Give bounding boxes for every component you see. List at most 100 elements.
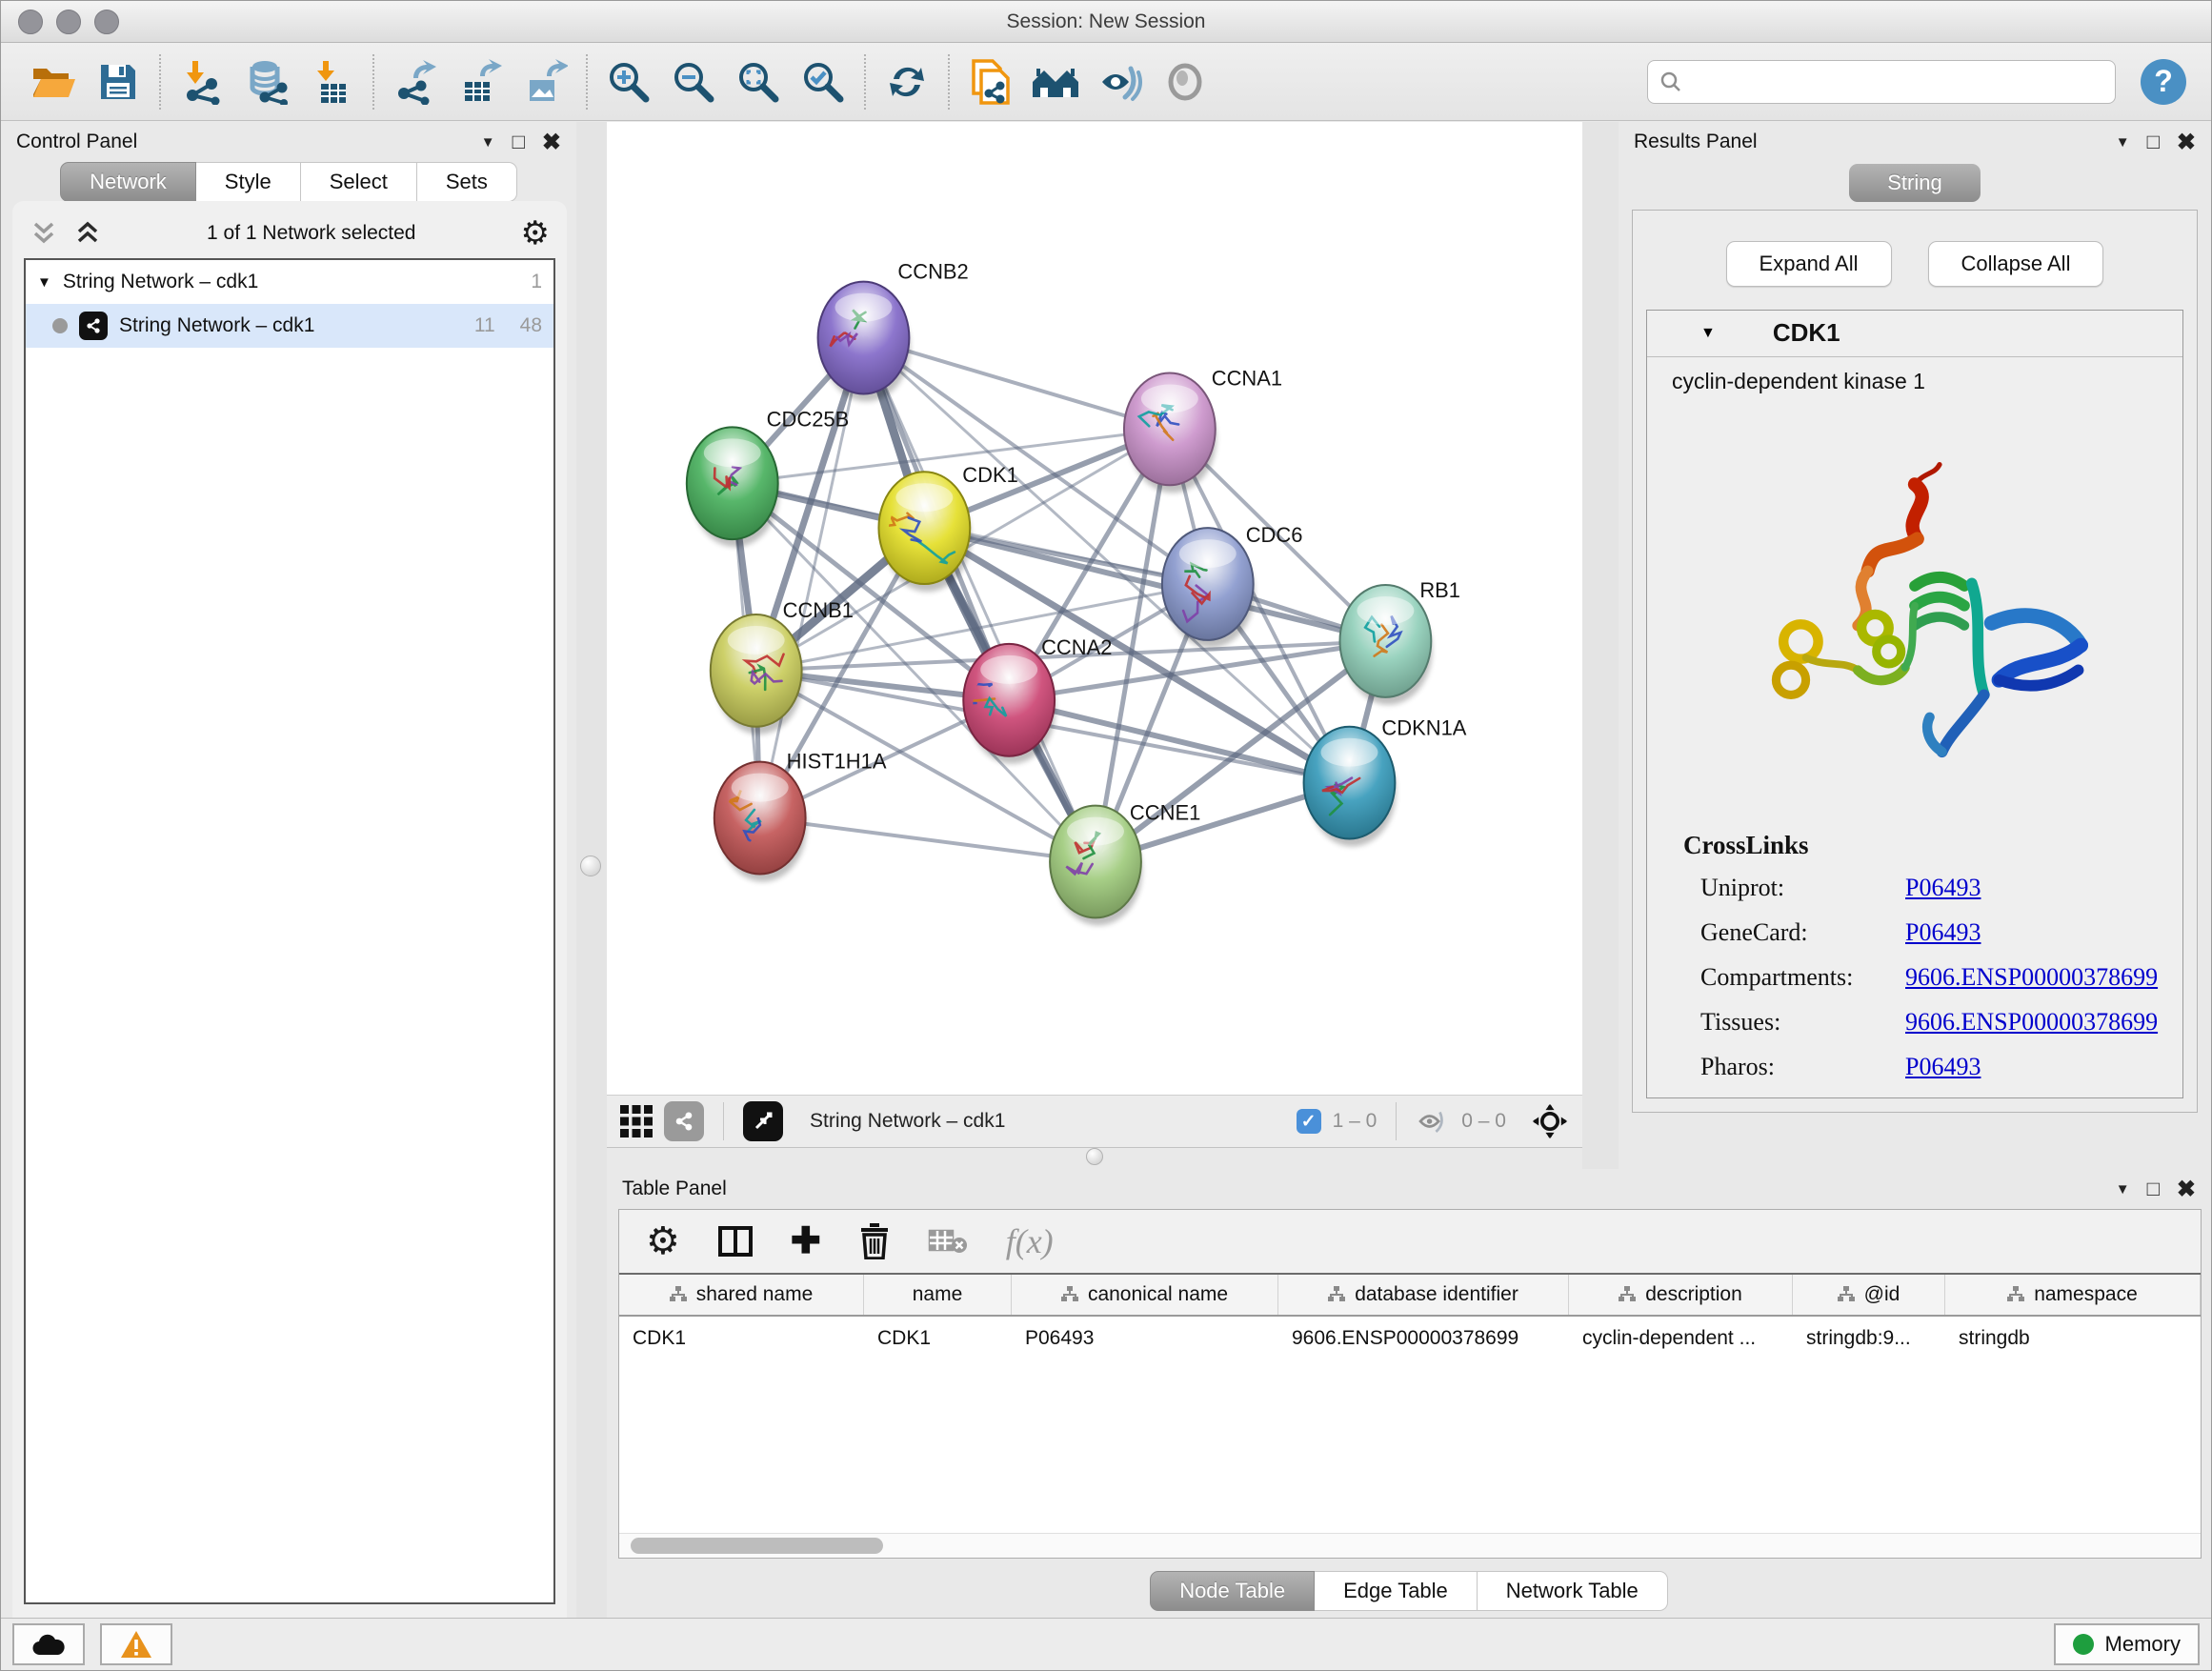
network-options-gear-icon[interactable]: ⚙ [521, 217, 550, 250]
network-view-title: String Network – cdk1 [810, 1110, 1285, 1133]
search-input[interactable] [1690, 70, 2103, 92]
table-header-row: shared name name canonical name database… [619, 1275, 2201, 1317]
network-node-HIST1H1A[interactable]: HIST1H1A [714, 750, 887, 882]
tab-select[interactable]: Select [301, 162, 417, 202]
import-network-file-button[interactable] [174, 54, 230, 110]
column-header[interactable]: database identifier [1278, 1275, 1569, 1315]
string-import-button[interactable] [963, 54, 1018, 110]
cloud-status-button[interactable] [12, 1623, 85, 1665]
table-panel-close-icon[interactable]: ✖ [2177, 1176, 2196, 1203]
zoom-selected-button[interactable] [795, 54, 851, 110]
tab-style[interactable]: Style [196, 162, 301, 202]
table-panel-float-icon[interactable]: □ [2147, 1177, 2160, 1201]
selected-checkbox-icon[interactable]: ✓ [1297, 1109, 1321, 1134]
function-builder-icon[interactable]: f(x) [1006, 1221, 1054, 1261]
zoom-in-button[interactable] [601, 54, 656, 110]
crosslink-label: Pharos: [1700, 1053, 1905, 1081]
export-table-button[interactable] [452, 54, 508, 110]
column-header[interactable]: canonical name [1012, 1275, 1278, 1315]
delete-column-trash-icon[interactable] [859, 1223, 890, 1259]
node-entry-header[interactable]: ▼ CDK1 [1647, 311, 2182, 357]
horizontal-splitter[interactable] [607, 1148, 1582, 1169]
expand-all-button[interactable]: Expand All [1726, 241, 1892, 287]
crosslink-uniprot-link[interactable]: P06493 [1905, 874, 1981, 902]
delete-table-icon[interactable] [928, 1227, 968, 1256]
results-panel-menu-icon[interactable]: ▼ [2116, 134, 2130, 151]
collapse-all-networks-icon[interactable] [73, 221, 102, 246]
tab-string[interactable]: String [1849, 164, 1980, 202]
network-edge-HIST1H1A-CCNE1[interactable] [760, 818, 1096, 862]
scrollbar-thumb[interactable] [631, 1538, 883, 1554]
node-label-CDC6: CDC6 [1246, 523, 1303, 547]
network-node-CCNA1[interactable]: CCNA1 [1124, 366, 1282, 493]
results-panel-close-icon[interactable]: ✖ [2177, 129, 2196, 156]
import-table-button[interactable] [304, 54, 359, 110]
save-session-button[interactable] [90, 54, 146, 110]
control-panel-menu-icon[interactable]: ▼ [481, 134, 495, 151]
network-node-CCNB2[interactable]: CCNB2 [818, 260, 969, 402]
tab-node-table[interactable]: Node Table [1150, 1571, 1315, 1611]
results-panel-float-icon[interactable]: □ [2147, 130, 2160, 154]
network-collection-row[interactable]: ▼ String Network – cdk1 1 [26, 260, 553, 304]
control-panel-float-icon[interactable]: □ [513, 130, 525, 154]
tab-sets[interactable]: Sets [417, 162, 517, 202]
network-node-RB1[interactable]: RB1 [1339, 578, 1460, 705]
zoom-out-button[interactable] [666, 54, 721, 110]
tab-network-table[interactable]: Network Table [1478, 1571, 1668, 1611]
show-all-button[interactable] [1157, 54, 1213, 110]
table-panel-menu-icon[interactable]: ▼ [2116, 1181, 2130, 1198]
column-header[interactable]: @id [1793, 1275, 1945, 1315]
birds-eye-grid-icon[interactable] [620, 1105, 653, 1137]
export-image-button[interactable] [517, 54, 573, 110]
network-node-CCNE1[interactable]: CCNE1 [1050, 801, 1200, 926]
refresh-button[interactable] [879, 54, 935, 110]
crosslink-genecard-link[interactable]: P06493 [1905, 918, 1981, 947]
pan-crosshair-icon[interactable] [1531, 1102, 1569, 1140]
expand-all-networks-icon[interactable] [30, 221, 58, 246]
warnings-button[interactable] [100, 1623, 172, 1665]
crosslink-compartments-link[interactable]: 9606.ENSP00000378699 [1905, 963, 2158, 992]
right-splitter[interactable] [1582, 122, 1619, 1169]
help-button[interactable]: ? [2141, 59, 2186, 105]
network-canvas[interactable]: CCNB2CCNA1CDC25BCDK1CDC6RB1CCNB1CCNA2CDK… [607, 122, 1582, 1095]
network-edge-CCNB2-CCNE1[interactable] [863, 338, 1096, 862]
zoom-fit-button[interactable] [731, 54, 786, 110]
table-row[interactable]: CDK1 CDK1 P06493 9606.ENSP00000378699 cy… [619, 1317, 2201, 1360]
open-session-button[interactable] [26, 54, 81, 110]
left-splitter-handle[interactable] [580, 856, 601, 876]
toolbar-separator [948, 54, 950, 110]
network-node-CDKN1A[interactable]: CDKN1A [1304, 716, 1467, 847]
export-table-icon [457, 59, 503, 105]
string-style-button[interactable] [664, 1101, 704, 1141]
column-header[interactable]: shared name [619, 1275, 864, 1315]
table-horizontal-scrollbar[interactable] [619, 1533, 2201, 1558]
tab-edge-table[interactable]: Edge Table [1315, 1571, 1478, 1611]
open-in-window-button[interactable] [743, 1101, 783, 1141]
network-row[interactable]: String Network – cdk1 11 48 [26, 304, 553, 348]
memory-button[interactable]: Memory [2054, 1623, 2200, 1665]
collapse-all-button[interactable]: Collapse All [1928, 241, 2104, 287]
import-network-database-button[interactable] [239, 54, 294, 110]
home-networks-button[interactable] [1028, 54, 1083, 110]
network-node-CDC25B[interactable]: CDC25B [687, 407, 849, 547]
table-options-gear-icon[interactable]: ⚙ [646, 1222, 680, 1260]
refresh-icon [885, 60, 929, 104]
column-header[interactable]: namespace [1945, 1275, 2201, 1315]
control-panel-tabs: Network Style Select Sets [1, 162, 576, 202]
collection-collapse-icon[interactable]: ▼ [37, 274, 51, 291]
crosslink-tissues-link[interactable]: 9606.ENSP00000378699 [1905, 1008, 2158, 1037]
hide-unselected-button[interactable] [1093, 54, 1148, 110]
show-columns-icon[interactable] [718, 1226, 753, 1257]
network-node-CDC6[interactable]: CDC6 [1162, 523, 1303, 648]
column-header[interactable]: name [864, 1275, 1012, 1315]
node-label-CCNB1: CCNB1 [783, 598, 854, 622]
horizontal-splitter-handle[interactable] [1086, 1148, 1103, 1165]
add-column-icon[interactable]: ✚ [791, 1223, 821, 1259]
tab-network[interactable]: Network [60, 162, 196, 202]
column-header[interactable]: description [1569, 1275, 1793, 1315]
crosslink-pharos-link[interactable]: P06493 [1905, 1053, 1981, 1081]
entry-collapse-icon[interactable]: ▼ [1700, 325, 1716, 342]
export-network-button[interactable] [388, 54, 443, 110]
control-panel-close-icon[interactable]: ✖ [542, 129, 561, 156]
left-splitter[interactable] [576, 122, 607, 1618]
